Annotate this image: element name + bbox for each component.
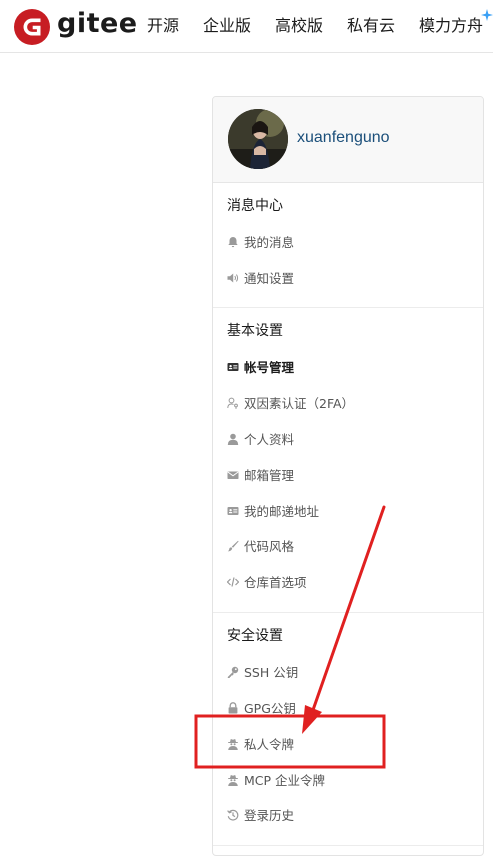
user-secret-icon [228,775,238,786]
user-secret-icon [228,739,238,750]
menu-item-personal-access-tokens[interactable]: 私人令牌 [227,735,467,755]
nav-item-private-cloud[interactable]: 私有云 [347,14,395,38]
section-title-basic-settings: 基本设置 [227,323,283,339]
top-navbar: gitee 开源 企业版 高校版 私有云 模力方舟 [0,0,493,53]
nav-item-opensource[interactable]: 开源 [147,14,179,38]
history-icon [227,809,239,821]
menu-item-ssh-keys[interactable]: SSH 公钥 [227,663,467,683]
profile-header: xuanfenguno [213,97,483,183]
section-title-messages: 消息中心 [227,198,283,214]
divider [213,612,483,613]
menu-item-my-messages[interactable]: 我的消息 [227,233,467,253]
menu-item-login-history[interactable]: 登录历史 [227,806,467,826]
divider [213,845,483,846]
nav-item-moli-fangzhou[interactable]: 模力方舟 [419,14,483,38]
username-link[interactable]: xuanfenguno [297,128,390,148]
gitee-logo-icon[interactable] [14,9,50,45]
nav-item-enterprise[interactable]: 企业版 [203,14,251,38]
divider [213,307,483,308]
menu-item-profile[interactable]: 个人资料 [227,430,467,450]
menu-item-gpg-keys[interactable]: GPG公钥 [227,699,467,719]
address-card-icon [227,507,239,515]
menu-item-email-management[interactable]: 邮箱管理 [227,466,467,486]
nav-item-education[interactable]: 高校版 [275,14,323,38]
sparkle-icon [481,9,493,21]
menu-item-mcp-enterprise-tokens[interactable]: MCP 企业令牌 [227,771,467,791]
bell-icon [228,237,238,248]
code-icon [227,577,239,587]
id-card-icon [227,363,239,371]
menu-item-2fa[interactable]: 双因素认证（2FA） [227,394,467,414]
user-key-icon [227,397,238,409]
speaker-icon [227,273,239,283]
section-title-security-settings: 安全设置 [227,628,283,644]
lock-icon [228,702,238,714]
user-icon [227,433,239,445]
settings-sidebar: xuanfenguno 消息中心 我的消息 通知设置 基本设置 帐号管理 双因素… [212,96,484,856]
brush-icon [227,540,239,552]
menu-item-repo-preferences[interactable]: 仓库首选项 [227,573,467,593]
menu-item-mailing-address[interactable]: 我的邮递地址 [227,502,467,522]
key-icon [227,666,239,678]
envelope-icon [227,471,239,479]
menu-item-code-style[interactable]: 代码风格 [227,537,467,557]
avatar[interactable] [228,109,288,169]
brand-name[interactable]: gitee [57,6,138,42]
menu-item-notification-settings[interactable]: 通知设置 [227,269,467,289]
menu-item-account-management[interactable]: 帐号管理 [227,358,467,378]
